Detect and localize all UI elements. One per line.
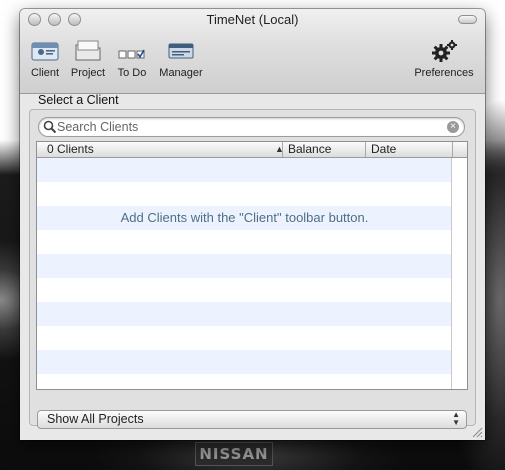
- toolbar-client-label: Client: [30, 67, 60, 79]
- empty-row: [37, 350, 452, 374]
- toolbar-preferences-button[interactable]: Preferences: [412, 39, 476, 79]
- column-balance-label: Balance: [288, 142, 332, 156]
- table-rows: [37, 158, 452, 389]
- empty-row: [37, 182, 452, 206]
- empty-row: [37, 158, 452, 182]
- car-badge: NISSAN: [195, 442, 273, 466]
- select-client-label: Select a Client: [38, 93, 119, 107]
- content-area: Select a Client Search Clients × 0 Clien…: [20, 93, 485, 440]
- empty-row: [37, 326, 452, 350]
- search-placeholder: Search Clients: [57, 120, 139, 134]
- toolbar-manager-button[interactable]: Manager: [156, 39, 206, 79]
- search-field[interactable]: Search Clients ×: [38, 117, 465, 137]
- empty-row: [37, 278, 452, 302]
- clients-table: 0 Clients ▲ Balance Date Add Clients wit…: [36, 141, 468, 390]
- todo-icon: [118, 49, 145, 59]
- column-clients[interactable]: 0 Clients: [37, 142, 287, 157]
- empty-table-message: Add Clients with the "Client" toolbar bu…: [120, 210, 369, 225]
- empty-row: [37, 230, 452, 254]
- table-header: 0 Clients ▲ Balance Date: [37, 142, 467, 158]
- project-filter-popup[interactable]: Show All Projects ▲ ▼: [37, 410, 467, 429]
- toolbar-todo-label: To Do: [117, 67, 147, 79]
- toolbar-project-button[interactable]: Project: [69, 39, 107, 79]
- vertical-scrollbar[interactable]: [451, 158, 467, 389]
- client-icon: [31, 42, 59, 61]
- clear-search-icon[interactable]: ×: [447, 121, 459, 133]
- toolbar-toggle-button[interactable]: [458, 15, 477, 24]
- column-balance[interactable]: Balance: [282, 142, 365, 157]
- empty-row: [37, 302, 452, 326]
- empty-row: [37, 254, 452, 278]
- main-window: TimeNet (Local) Client Project To Do Man…: [20, 9, 485, 440]
- title-toolbar: TimeNet (Local) Client Project To Do Man…: [20, 9, 485, 94]
- toolbar-manager-label: Manager: [159, 67, 203, 79]
- client-group-box: Search Clients × 0 Clients ▲ Balance Dat…: [29, 109, 476, 426]
- empty-row: [37, 374, 452, 389]
- column-clients-label: 0 Clients: [47, 142, 94, 156]
- search-icon: [43, 120, 57, 134]
- column-date[interactable]: Date: [365, 142, 452, 157]
- toolbar-todo-button[interactable]: To Do: [114, 39, 150, 79]
- gear-icon: [432, 40, 457, 62]
- header-corner: [452, 142, 467, 157]
- toolbar-project-label: Project: [70, 67, 106, 79]
- project-icon: [75, 40, 101, 61]
- project-filter-value: Show All Projects: [47, 412, 144, 426]
- resize-grip-icon[interactable]: [471, 426, 483, 438]
- toolbar-preferences-label: Preferences: [414, 67, 474, 79]
- window-title: TimeNet (Local): [206, 12, 299, 27]
- column-date-label: Date: [371, 142, 397, 156]
- updown-arrows-icon: ▲ ▼: [452, 410, 460, 427]
- manager-icon: [168, 43, 194, 59]
- toolbar-client-button[interactable]: Client: [28, 39, 62, 79]
